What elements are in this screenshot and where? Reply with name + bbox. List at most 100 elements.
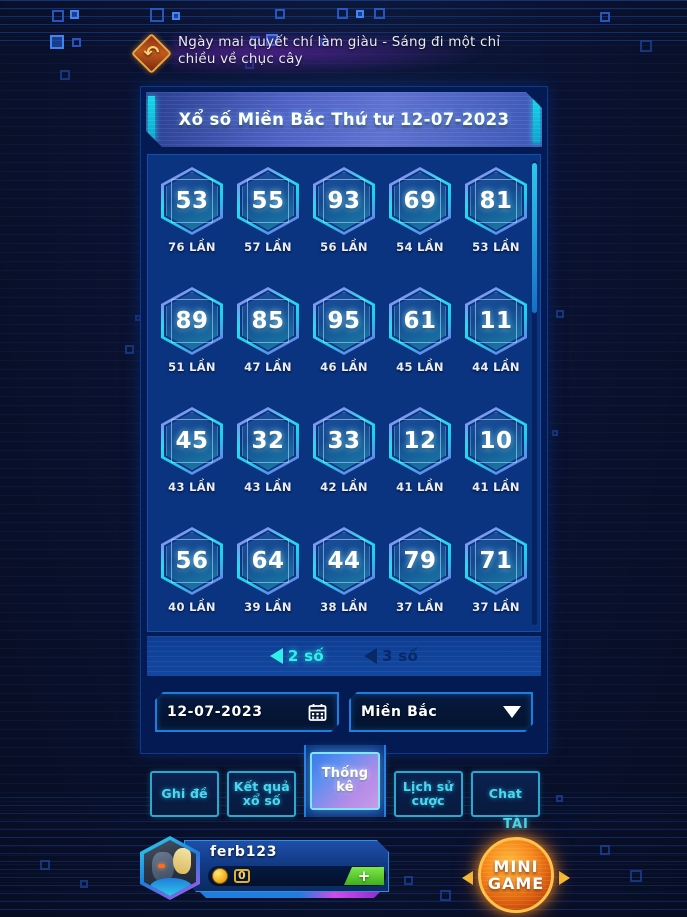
stat-number: 53 [175,188,209,214]
deco-square [404,876,413,885]
stats-row: 89 51 LẦN 85 47 LẦN 95 46 LẦN 61 45 LẦN … [148,281,540,401]
date-picker[interactable]: 12-07-2023 [155,692,339,732]
stat-cell[interactable]: 61 45 LẦN [386,281,454,374]
stat-number: 33 [327,428,361,454]
tab-ghi-de[interactable]: Ghi đề [150,771,220,817]
stat-number: 79 [403,548,437,574]
toggle-3-digits[interactable]: 3 số [364,647,418,665]
hexagon-badge: 32 [237,407,299,475]
stat-cell[interactable]: 11 44 LẦN [462,281,530,374]
region-value: Miền Bắc [361,704,438,720]
stat-count: 47 LẦN [244,360,292,374]
toggle-2-digits[interactable]: 2 số [269,647,324,665]
stat-count: 54 LẦN [396,240,444,254]
stat-count: 42 LẦN [320,480,368,494]
mini-game-circle: MINI GAME [478,837,554,913]
stat-count: 40 LẦN [168,600,216,614]
calendar-icon [308,703,327,722]
avatar-eye [158,864,165,868]
hexagon-badge: 64 [237,527,299,595]
stat-cell[interactable]: 44 38 LẦN [310,521,378,614]
stat-number: 44 [327,548,361,574]
stat-cell[interactable]: 56 40 LẦN [158,521,226,614]
stat-cell[interactable]: 55 57 LẦN [234,161,302,254]
hexagon-badge: 10 [465,407,527,475]
avatar-image [144,840,196,896]
title-edge-right [533,96,540,143]
tab-lich-su-cuoc[interactable]: Lịch sử cược [393,771,463,817]
stat-cell[interactable]: 45 43 LẦN [158,401,226,494]
deco-square [72,38,81,47]
stat-count: 43 LẦN [244,480,292,494]
hexagon-badge: 56 [161,527,223,595]
stat-count: 38 LẦN [320,600,368,614]
stat-cell[interactable]: 89 51 LẦN [158,281,226,374]
stat-cell[interactable]: 95 46 LẦN [310,281,378,374]
scrollbar-thumb[interactable] [532,163,537,313]
deco-square [60,70,70,80]
deco-square [337,8,348,19]
player-plate-underline [200,892,380,898]
mini-game-button[interactable]: TÀI MINI GAME [462,817,570,917]
triangle-left-icon [364,648,377,664]
tab-slot: Chat [470,771,541,817]
region-select[interactable]: Miền Bắc [349,692,533,732]
stat-number: 11 [479,308,513,334]
arrow-left-icon [462,871,473,885]
tab-ket-qua-xo-so[interactable]: Kết quả xổ số [227,771,297,817]
hexagon-badge: 69 [389,167,451,235]
hexagon-badge: 85 [237,287,299,355]
stat-count: 45 LẦN [396,360,444,374]
add-currency-button[interactable]: + [344,867,384,885]
deco-square [50,35,64,49]
hexagon-badge: 61 [389,287,451,355]
stats-row: 53 76 LẦN 55 57 LẦN 93 56 LẦN 69 54 LẦN … [148,161,540,281]
stat-cell[interactable]: 81 53 LẦN [462,161,530,254]
back-button[interactable]: ↶ [130,32,173,75]
stat-cell[interactable]: 79 37 LẦN [386,521,454,614]
tab-chat[interactable]: Chat [470,771,541,817]
stat-cell[interactable]: 33 42 LẦN [310,401,378,494]
statistics-grid: 53 76 LẦN 55 57 LẦN 93 56 LẦN 69 54 LẦN … [147,154,541,632]
stat-count: 39 LẦN [244,600,292,614]
tab-slot: Kết quả xổ số [227,771,297,817]
hexagon-badge: 12 [389,407,451,475]
deco-square [356,10,364,18]
deco-square [275,9,285,19]
stat-cell[interactable]: 85 47 LẦN [234,281,302,374]
stat-number: 71 [479,548,513,574]
stat-count: 43 LẦN [168,480,216,494]
stat-cell[interactable]: 71 37 LẦN [462,521,530,614]
deco-square [150,8,164,22]
stat-number: 81 [479,188,513,214]
toggle-3-digits-label: 3 số [382,647,419,665]
deco-square [552,430,558,436]
triangle-left-icon [269,648,283,664]
stat-count: 46 LẦN [320,360,368,374]
stat-count: 51 LẦN [168,360,216,374]
stat-cell[interactable]: 93 56 LẦN [310,161,378,254]
stat-count: 37 LẦN [472,600,520,614]
player-bar: ferb123 0 + [140,832,390,902]
hexagon-badge: 93 [313,167,375,235]
deco-square [70,10,79,19]
stat-cell[interactable]: 12 41 LẦN [386,401,454,494]
stat-count: 41 LẦN [472,480,520,494]
stat-number: 56 [175,548,209,574]
back-arrow-icon: ↶ [143,42,160,64]
stat-cell[interactable]: 64 39 LẦN [234,521,302,614]
hexagon-badge: 71 [465,527,527,595]
stat-cell[interactable]: 32 43 LẦN [234,401,302,494]
hexagon-badge: 95 [313,287,375,355]
stats-row: 45 43 LẦN 32 43 LẦN 33 42 LẦN 12 41 LẦN … [148,401,540,521]
stat-count: 41 LẦN [396,480,444,494]
stat-count: 53 LẦN [472,240,520,254]
stat-cell[interactable]: 10 41 LẦN [462,401,530,494]
tab-slot: Lịch sử cược [393,771,463,817]
stat-number: 95 [327,308,361,334]
stat-cell[interactable]: 69 54 LẦN [386,161,454,254]
stat-number: 10 [479,428,513,454]
stat-cell[interactable]: 53 76 LẦN [158,161,226,254]
marquee-text: Ngày mai quyết chí làm giàu - Sáng đi mộ… [178,34,501,67]
tab-thong-ke[interactable]: Thống kê [310,752,380,810]
